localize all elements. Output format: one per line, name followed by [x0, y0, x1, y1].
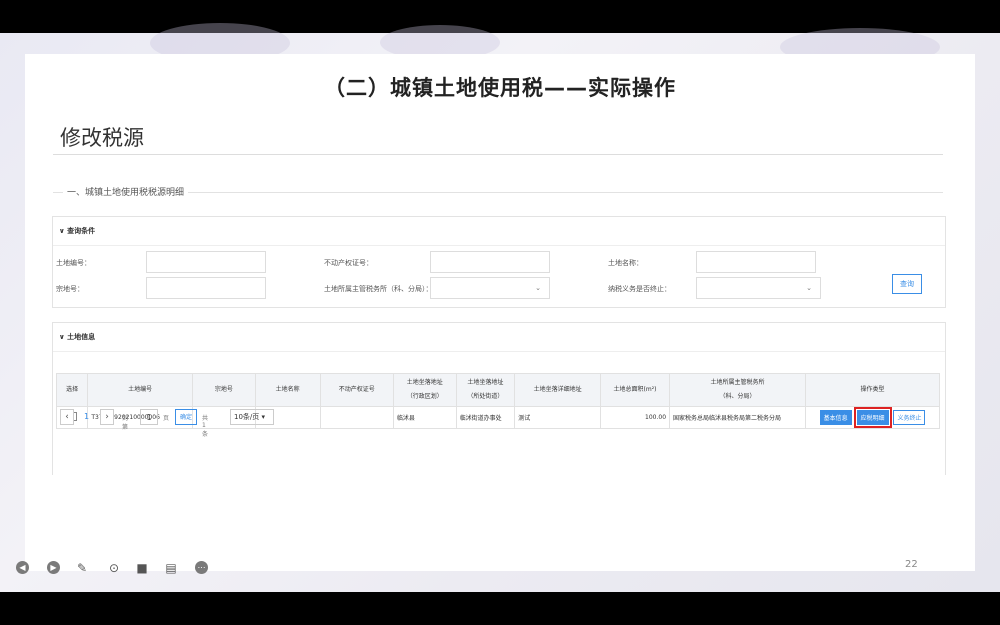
col-street: 土地坐落地址 （所处街道） — [455, 373, 516, 407]
cell-area: 100.00 — [599, 406, 671, 429]
col-select: 选择 — [55, 373, 89, 407]
terminate-obligation-button[interactable]: 义务终止 — [893, 410, 926, 425]
col-land-no: 土地编号 — [87, 373, 193, 407]
slide-title: （二）城镇土地使用税——实际操作 — [324, 76, 676, 100]
cell-street: 临沭街道办事处 — [455, 406, 516, 429]
property-cert-label: 不动产权证号： — [324, 259, 373, 267]
property-cert-input[interactable] — [430, 251, 550, 273]
page-unit-label: 页 — [163, 415, 170, 422]
zoom-icon[interactable]: ⊙ — [107, 561, 121, 575]
col-district: 土地坐落地址 （行政区划） — [392, 373, 457, 407]
next-slide-icon[interactable]: ▶ — [47, 561, 60, 574]
highlight-box: 应税明细 — [853, 407, 892, 428]
query-button[interactable]: 查询 — [892, 274, 922, 294]
cell-address: 测试 — [514, 406, 601, 429]
basic-info-button[interactable]: 基本信息 — [819, 410, 852, 425]
tax-authority-label: 土地所属主管税务所（科、分局）： — [324, 285, 433, 293]
land-name-label: 土地名称： — [608, 259, 643, 267]
goto-page-input[interactable]: 1 — [140, 409, 158, 425]
table-header-row: 选择 土地编号 宗地号 土地名称 不动产权证号 土地坐落地址 （行政区划） 土地… — [55, 373, 940, 407]
land-info-header[interactable]: ∨ 土地信息 — [53, 323, 945, 352]
query-panel-header[interactable]: ∨ 查询条件 — [53, 217, 945, 246]
more-icon[interactable]: ⋯ — [195, 561, 208, 574]
col-authority: 土地所属主管税务所 （科、分局） — [669, 373, 807, 407]
col-parcel-no: 宗地号 — [191, 373, 256, 407]
current-page[interactable]: 1 — [84, 412, 89, 421]
query-panel: ∨ 查询条件 土地编号： 宗地号： 不动产权证号： 土地所属主管税务所（科、分局… — [52, 216, 946, 308]
land-no-input[interactable] — [146, 251, 266, 273]
land-name-input[interactable] — [696, 251, 816, 273]
section-label: 一、城镇土地使用税税源明细 — [63, 185, 189, 198]
page-size-select[interactable]: 10条/页 ▾ — [230, 409, 274, 425]
land-info-panel: ∨ 土地信息 选择 土地编号 宗地号 土地名称 不动产权证号 土地坐落地址 （行… — [52, 322, 946, 475]
page-heading: 修改税源 — [60, 126, 144, 150]
land-no-label: 土地编号： — [56, 259, 91, 267]
cell-district: 临沭县 — [392, 406, 457, 429]
parcel-no-input[interactable] — [146, 277, 266, 299]
obligation-end-label: 纳税义务是否终止： — [608, 285, 671, 293]
slide-number: 22 — [905, 559, 918, 570]
col-land-name: 土地名称 — [254, 373, 321, 407]
subtitle-icon[interactable]: ▤ — [164, 561, 178, 575]
pen-icon[interactable]: ✎ — [75, 561, 89, 575]
col-area: 土地总面积(m²) — [599, 373, 671, 407]
heading-divider — [53, 154, 943, 155]
parcel-no-label: 宗地号： — [56, 285, 84, 293]
prev-slide-icon[interactable]: ◀ — [16, 561, 29, 574]
prev-page-button[interactable]: ‹ — [60, 409, 74, 425]
goto-label: 到第 — [122, 415, 129, 431]
goto-confirm-button[interactable]: 确定 — [175, 409, 197, 425]
cell-actions: 基本信息 应税明细 义务终止 — [805, 406, 940, 429]
slide-content: （二）城镇土地使用税——实际操作 修改税源 一、城镇土地使用税税源明细 ∨ 查询… — [25, 54, 975, 571]
chevron-down-icon: ⌄ — [535, 284, 541, 292]
chevron-down-icon: ⌄ — [806, 284, 812, 292]
col-address: 土地坐落详细地址 — [514, 373, 601, 407]
cell-authority: 国家税务总局临沭县税务局第二税务分局 — [669, 406, 807, 429]
cell-property-cert — [319, 406, 394, 429]
tax-authority-select[interactable]: ⌄ — [430, 277, 550, 299]
next-page-button[interactable]: › — [100, 409, 114, 425]
total-count: 共1条 — [202, 415, 209, 438]
obligation-end-select[interactable]: ⌄ — [696, 277, 821, 299]
bottom-letterbox — [0, 592, 1000, 625]
taxable-detail-button[interactable]: 应税明细 — [856, 410, 889, 425]
col-actions: 操作类型 — [805, 373, 940, 407]
section-header: 一、城镇土地使用税税源明细 — [53, 185, 943, 199]
video-icon[interactable]: ■ — [135, 561, 149, 575]
col-property-cert: 不动产权证号 — [319, 373, 394, 407]
